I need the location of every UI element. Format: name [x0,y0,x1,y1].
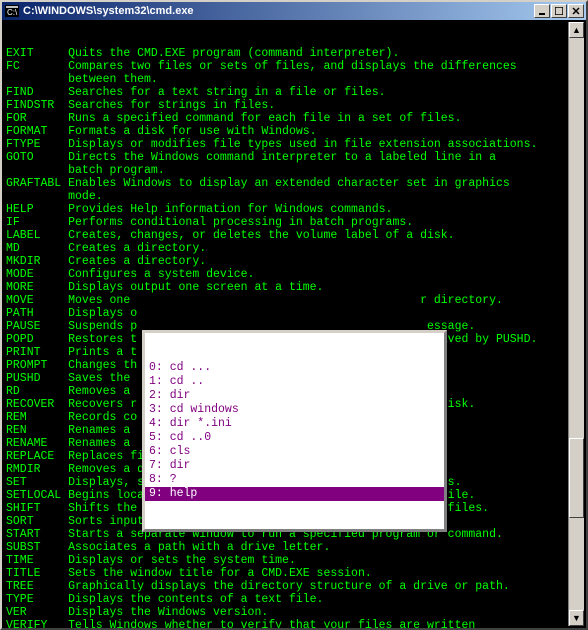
help-line: MODE Configures a system device. [6,268,582,281]
help-line: TITLE Sets the window title for a CMD.EX… [6,567,582,580]
help-line: FOR Runs a specified command for each fi… [6,112,582,125]
help-line: LABEL Creates, changes, or deletes the v… [6,229,582,242]
help-line: GRAFTABL Enables Windows to display an e… [6,177,582,190]
history-item[interactable]: 6: cls [145,445,444,459]
scroll-thumb[interactable] [569,438,584,518]
history-item[interactable]: 8: ? [145,473,444,487]
help-line: batch program. [6,164,582,177]
help-line: MOVE Moves one r directory. [6,294,582,307]
help-line: VERIFY Tells Windows whether to verify t… [6,619,582,628]
cmd-window: C:\ C:\WINDOWS\system32\cmd.exe EXIT Qui… [0,0,588,630]
minimize-button[interactable] [534,4,550,18]
help-line: FINDSTR Searches for strings in files. [6,99,582,112]
help-line: FTYPE Displays or modifies file types us… [6,138,582,151]
help-line: GOTO Directs the Windows command interpr… [6,151,582,164]
close-button[interactable] [568,4,584,18]
history-item[interactable]: 0: cd ... [145,361,444,375]
history-item[interactable]: 9: help [145,487,444,501]
app-icon: C:\ [4,3,20,19]
history-item[interactable]: 5: cd ..0 [145,431,444,445]
help-line: EXIT Quits the CMD.EXE program (command … [6,47,582,60]
history-item[interactable]: 7: dir [145,459,444,473]
help-line: between them. [6,73,582,86]
maximize-button[interactable] [551,4,567,18]
help-line: TYPE Displays the contents of a text fil… [6,593,582,606]
help-line: IF Performs conditional processing in ba… [6,216,582,229]
help-line: mode. [6,190,582,203]
history-item[interactable]: 4: dir *.ini [145,417,444,431]
help-line: HELP Provides Help information for Windo… [6,203,582,216]
history-item[interactable]: 1: cd .. [145,375,444,389]
titlebar[interactable]: C:\ C:\WINDOWS\system32\cmd.exe [2,2,586,20]
vertical-scrollbar[interactable]: ▲ ▼ [568,22,584,626]
window-controls [534,4,584,18]
help-line: MKDIR Creates a directory. [6,255,582,268]
svg-text:C:\: C:\ [7,8,18,17]
help-line: FC Compares two files or sets of files, … [6,60,582,73]
help-line: SUBST Associates a path with a drive let… [6,541,582,554]
scroll-down-button[interactable]: ▼ [569,610,584,626]
help-line: VER Displays the Windows version. [6,606,582,619]
scroll-up-button[interactable]: ▲ [569,22,584,38]
help-line: MORE Displays output one screen at a tim… [6,281,582,294]
history-item[interactable]: 2: dir [145,389,444,403]
help-line: MD Creates a directory. [6,242,582,255]
history-item[interactable]: 3: cd windows [145,403,444,417]
history-popup[interactable]: 0: cd ...1: cd ..2: dir3: cd windows4: d… [142,330,447,532]
help-line: FORMAT Formats a disk for use with Windo… [6,125,582,138]
help-line: PATH Displays o [6,307,582,320]
help-line: FIND Searches for a text string in a fil… [6,86,582,99]
terminal-area[interactable]: EXIT Quits the CMD.EXE program (command … [2,20,586,628]
help-line: TIME Displays or sets the system time. [6,554,582,567]
scroll-track[interactable] [569,38,584,610]
window-title: C:\WINDOWS\system32\cmd.exe [23,5,534,17]
help-line: TREE Graphically displays the directory … [6,580,582,593]
